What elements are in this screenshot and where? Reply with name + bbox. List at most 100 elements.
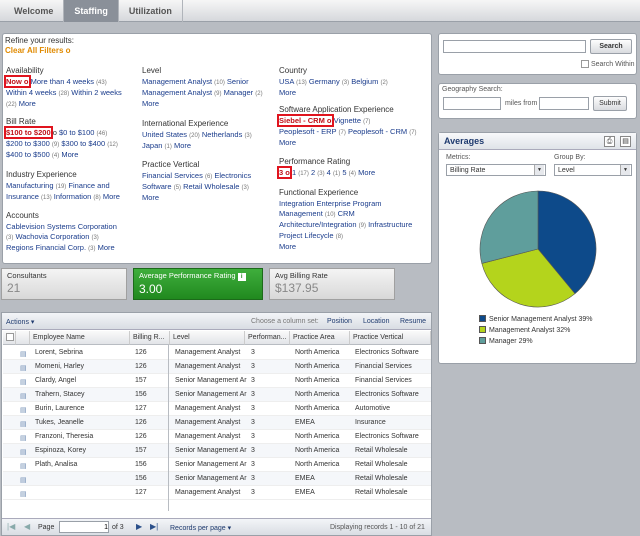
table-row[interactable]: ▤ 156 Senior Management Ar 3 EMEA Retail Whol… <box>3 472 431 486</box>
col-practice-vertical[interactable]: Practice Vertical <box>350 331 431 345</box>
level-more-link[interactable]: More <box>142 99 159 108</box>
select-all-header[interactable] <box>3 331 16 345</box>
country-usa[interactable]: USA <box>279 77 294 86</box>
availability-now-selected[interactable]: Now o <box>4 75 31 88</box>
count: (10) <box>324 212 336 218</box>
intl-more-link[interactable]: More <box>174 141 191 150</box>
remove-icon[interactable]: o <box>53 128 57 137</box>
page-input[interactable] <box>59 521 109 533</box>
intl-netherlands[interactable]: Netherlands <box>202 130 242 139</box>
practice-financial-services[interactable]: Financial Services <box>142 171 203 180</box>
country-germany[interactable]: Germany <box>309 77 340 86</box>
performance-more-link[interactable]: More <box>358 168 375 177</box>
tab-utilization[interactable]: Utilization <box>119 0 183 22</box>
clear-all-filters-link[interactable]: Clear All Filters o <box>5 46 74 56</box>
averages-title: Averages <box>444 136 485 146</box>
account-regions[interactable]: Regions Financial Corp. <box>6 243 86 252</box>
intl-japan[interactable]: Japan <box>142 141 162 150</box>
column-set-resume[interactable]: Resume <box>400 318 426 325</box>
bill-rate-200-300[interactable]: $200 to $300 <box>6 139 50 148</box>
industry-information[interactable]: Information <box>54 192 92 201</box>
table-cell: North America <box>295 363 340 370</box>
records-per-page-menu[interactable]: Records per page ▾ <box>170 524 231 532</box>
prev-page-icon[interactable]: ◀ <box>24 522 30 531</box>
table-row[interactable]: ▤ Clardy, Angel 157 Senior Management Ar 3 No… <box>3 374 431 388</box>
tab-welcome[interactable]: Welcome <box>4 0 65 22</box>
search-within-option[interactable]: Search Within <box>581 60 635 68</box>
next-page-icon[interactable]: ▶ <box>136 522 142 531</box>
first-page-icon[interactable]: |◀ <box>7 522 15 531</box>
functional-more-link[interactable]: More <box>279 242 296 251</box>
location-input[interactable] <box>539 97 589 110</box>
availability-more-than-4-weeks[interactable]: More than 4 weeks <box>31 77 94 86</box>
bill-rate-400-500[interactable]: $400 to $500 <box>6 150 50 159</box>
select-all-checkbox[interactable] <box>6 333 14 342</box>
country-more-link[interactable]: More <box>279 88 296 97</box>
table-row[interactable]: ▤ Lorent, Sebrina 126 Management Analyst 3 No… <box>3 346 431 360</box>
table-row[interactable]: ▤ Franzoni, Theresia 126 Management Analyst… <box>3 430 431 444</box>
accounts-more-link[interactable]: More <box>98 243 115 252</box>
availability-more-link[interactable]: More <box>19 99 36 108</box>
col-billing-rate[interactable]: Billing R... <box>130 331 170 345</box>
col-performance[interactable]: Performan... <box>245 331 290 345</box>
table-row[interactable]: ▤ Plath, Analisa 156 Senior Management Ar 3 N… <box>3 458 431 472</box>
practice-retail-wholesale[interactable]: Retail Wholesale <box>183 182 239 191</box>
search-within-checkbox[interactable] <box>581 60 589 68</box>
kpi-average-performance-rating[interactable]: Average Performance Rating i 3.00 <box>133 268 263 300</box>
availability-within-4-weeks[interactable]: Within 4 weeks <box>6 88 56 97</box>
performance-1[interactable]: 1 <box>292 168 296 177</box>
export-icon[interactable]: ▤ <box>620 136 631 147</box>
software-peoplesoft-erp[interactable]: Peoplesoft - ERP <box>279 127 336 136</box>
table-row[interactable]: ▤ Tukes, Jeanelle 126 Management Analyst 3 EM… <box>3 416 431 430</box>
account-cablevision[interactable]: Cablevision Systems Corporation <box>6 222 117 231</box>
geography-submit-button[interactable]: Submit <box>593 96 627 111</box>
practice-more-link[interactable]: More <box>142 193 159 202</box>
miles-input[interactable] <box>443 97 501 110</box>
level-manager[interactable]: Manager <box>224 88 254 97</box>
detail-icon[interactable]: ▤ <box>20 488 27 501</box>
print-icon[interactable]: ⎙ <box>604 136 615 147</box>
industry-more-link[interactable]: More <box>103 192 120 201</box>
table-row[interactable]: ▤ 127 Management Analyst 3 EMEA Retail Wholes… <box>3 486 431 500</box>
performance-2[interactable]: 2 <box>311 168 315 177</box>
table-cell: Trahern, Stacey <box>35 391 85 398</box>
bill-rate-more-link[interactable]: More <box>61 150 78 159</box>
col-employee-name[interactable]: Employee Name <box>30 331 130 345</box>
legend-label: Management Analyst 32% <box>489 327 571 334</box>
tab-staffing[interactable]: Staffing <box>64 0 119 22</box>
bill-rate-0-100[interactable]: $0 to $100 <box>59 128 94 137</box>
table-row[interactable]: ▤ Trahern, Stacey 156 Senior Management Ar 3… <box>3 388 431 402</box>
search-input[interactable] <box>443 40 586 53</box>
info-icon: i <box>237 273 246 281</box>
table-cell: EMEA <box>295 419 315 426</box>
metrics-select[interactable]: Billing Rate <box>446 164 546 176</box>
performance-4[interactable]: 4 <box>327 168 331 177</box>
level-management-analyst[interactable]: Management Analyst <box>142 77 212 86</box>
column-set-position[interactable]: Position <box>327 318 352 325</box>
search-button[interactable]: Search <box>590 39 632 54</box>
table-row[interactable]: ▤ Burin, Laurence 127 Management Analyst 3 No… <box>3 402 431 416</box>
software-peoplesoft-crm[interactable]: Peoplesoft - CRM <box>348 127 407 136</box>
actions-menu[interactable]: Actions ▾ <box>6 318 34 326</box>
table-row[interactable]: ▤ Espinoza, Korey 157 Senior Management Ar 3… <box>3 444 431 458</box>
performance-5[interactable]: 5 <box>342 168 346 177</box>
industry-manufacturing[interactable]: Manufacturing <box>6 181 54 190</box>
count: (10) <box>214 80 225 86</box>
software-more-link[interactable]: More <box>279 138 296 147</box>
account-wachovia[interactable]: Wachovia Corporation <box>15 232 89 241</box>
bill-rate-300-400[interactable]: $300 to $400 <box>61 139 105 148</box>
col-practice-area[interactable]: Practice Area <box>290 331 350 345</box>
table-row[interactable]: ▤ Momeni, Harley 126 Management Analyst 3 Nor… <box>3 360 431 374</box>
intl-united-states[interactable]: United States <box>142 130 187 139</box>
group-by-select[interactable]: Level <box>554 164 632 176</box>
software-siebel-crm-selected[interactable]: Siebel - CRM o <box>277 114 334 127</box>
country-belgium[interactable]: Belgium <box>351 77 378 86</box>
last-page-icon[interactable]: ▶| <box>150 522 158 531</box>
table-cell: Plath, Analisa <box>35 461 78 468</box>
performance-3-selected[interactable]: 3 o <box>277 166 292 179</box>
col-level[interactable]: Level <box>170 331 245 345</box>
software-vignette[interactable]: Vignette <box>334 116 361 125</box>
availability-within-2-weeks[interactable]: Within 2 weeks <box>71 88 121 97</box>
column-set-location[interactable]: Location <box>363 318 389 325</box>
bill-rate-selected[interactable]: $100 to $200 <box>4 126 53 139</box>
